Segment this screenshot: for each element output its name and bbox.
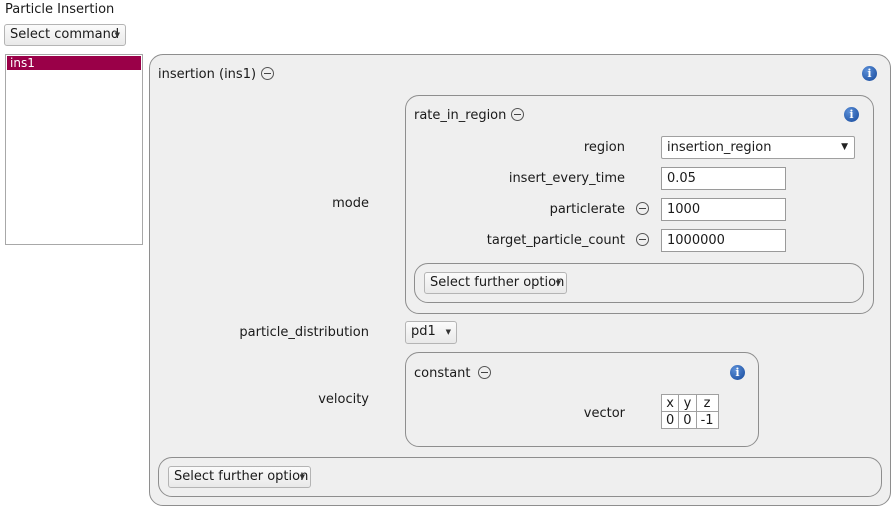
- mode-further-options-panel: Select further option ▼: [414, 263, 864, 303]
- particle-distribution-dropdown[interactable]: pd1 ▼: [405, 321, 457, 344]
- particlerate-input[interactable]: 1000: [661, 198, 786, 221]
- mode-title: rate_in_region: [414, 108, 507, 123]
- chevron-down-icon: ▼: [299, 473, 305, 481]
- minus-circle-icon[interactable]: [636, 202, 649, 215]
- column-header-y: y: [678, 394, 697, 412]
- target-particle-count-input[interactable]: 1000000: [661, 229, 786, 252]
- target-particle-count-label: target_particle_count: [486, 233, 625, 248]
- insert-every-time-label: insert_every_time: [508, 171, 625, 186]
- column-header-x: x: [660, 394, 680, 412]
- particle-distribution-label: particle_distribution: [239, 325, 369, 340]
- vector-table: x y z 0 0 -1: [660, 394, 719, 429]
- window-title: Particle Insertion: [5, 2, 115, 17]
- minus-circle-icon[interactable]: [478, 366, 491, 379]
- vector-z-cell[interactable]: -1: [695, 411, 719, 429]
- mode-panel: rate_in_region i region insertion_region…: [405, 95, 874, 314]
- panel-title: insertion (ins1): [158, 67, 257, 82]
- velocity-type-title: constant: [414, 366, 471, 381]
- chevron-down-icon: ▼: [445, 328, 451, 336]
- instance-list[interactable]: ins1: [5, 54, 143, 245]
- velocity-panel: constant i vector x y z 0 0 -1: [405, 352, 759, 447]
- velocity-label: velocity: [318, 392, 369, 407]
- list-item[interactable]: ins1: [7, 56, 141, 70]
- mode-further-option-label: Select further option: [430, 275, 565, 290]
- particlerate-label: particlerate: [549, 202, 625, 217]
- region-select[interactable]: insertion_region ▼: [661, 136, 855, 159]
- mode-label: mode: [332, 196, 369, 211]
- minus-circle-icon[interactable]: [261, 67, 274, 80]
- vector-y-cell[interactable]: 0: [678, 411, 697, 429]
- select-command-dropdown[interactable]: Select command ▼: [4, 24, 126, 46]
- insert-every-time-input[interactable]: 0.05: [661, 167, 786, 190]
- info-icon[interactable]: i: [862, 66, 877, 81]
- insertion-panel: insertion (ins1) i mode rate_in_region i…: [149, 54, 891, 506]
- insertion-further-option-dropdown[interactable]: Select further option ▼: [168, 466, 311, 488]
- vector-x-cell[interactable]: 0: [660, 411, 680, 429]
- info-icon[interactable]: i: [730, 365, 745, 380]
- particle-distribution-value: pd1: [411, 324, 436, 339]
- insertion-further-option-label: Select further option: [174, 469, 309, 484]
- column-header-z: z: [695, 394, 719, 412]
- select-command-label: Select command: [10, 27, 120, 42]
- region-label: region: [583, 140, 625, 155]
- vector-label: vector: [583, 406, 625, 421]
- mode-further-option-dropdown[interactable]: Select further option ▼: [424, 272, 567, 294]
- insertion-further-options-panel: Select further option ▼: [158, 457, 882, 497]
- chevron-down-icon: ▼: [555, 279, 561, 287]
- minus-circle-icon[interactable]: [511, 108, 524, 121]
- minus-circle-icon[interactable]: [636, 233, 649, 246]
- region-value: insertion_region: [667, 140, 772, 155]
- chevron-down-icon: ▼: [114, 31, 120, 39]
- chevron-down-icon: ▼: [841, 142, 848, 152]
- info-icon[interactable]: i: [844, 107, 859, 122]
